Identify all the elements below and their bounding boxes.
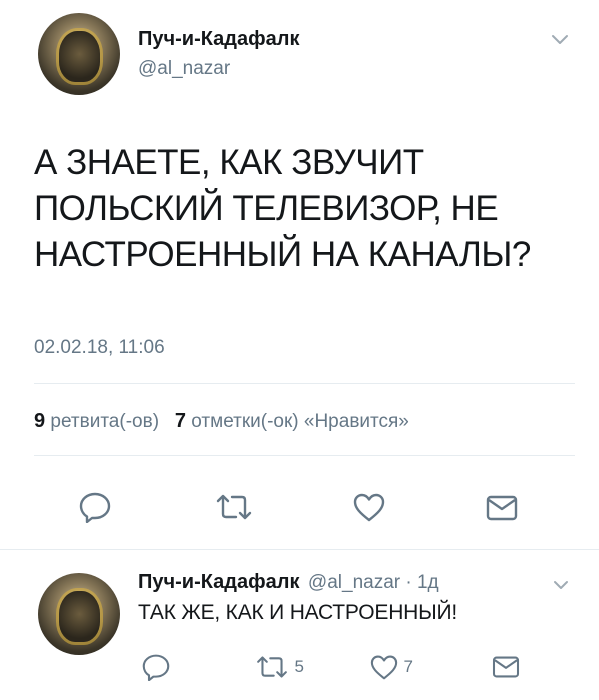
author-handle[interactable]: @al_nazar	[138, 58, 230, 80]
reply-retweet-action[interactable]: 5	[254, 654, 304, 680]
heart-icon[interactable]	[352, 492, 386, 522]
reply-avatar[interactable]	[38, 573, 120, 655]
like-count[interactable]: 7	[175, 410, 186, 432]
author-name[interactable]: Пуч-и-Кадафалк	[138, 28, 299, 51]
reply-author-name[interactable]: Пуч-и-Кадафалк	[138, 571, 299, 593]
avatar-figure	[58, 31, 100, 82]
chevron-down-icon[interactable]	[551, 34, 569, 46]
heart-icon[interactable]	[369, 654, 399, 680]
reply-icon[interactable]	[141, 653, 171, 681]
reply-text: ТАК ЖЕ, КАК И НАСТРОЕННЫЙ!	[138, 601, 458, 624]
tweet-text-line: А ЗНАЕТЕ, КАК ЗВУЧИТ	[34, 143, 424, 182]
tweet-text-line: ПОЛЬСКИЙ ТЕЛЕВИЗОР, НЕ	[34, 189, 499, 228]
tweet-timestamp[interactable]: 02.02.18, 11:06	[34, 337, 165, 359]
tweet-text: А ЗНАЕТЕ, КАК ЗВУЧИТ ПОЛЬСКИЙ ТЕЛЕВИЗОР,…	[34, 140, 594, 278]
tweet-text-line: НАСТРОЕННЫЙ НА КАНАЛЫ?	[34, 235, 531, 274]
chevron-down-icon[interactable]	[553, 580, 569, 590]
message-icon[interactable]	[492, 655, 520, 679]
reply-icon[interactable]	[78, 491, 112, 523]
message-icon[interactable]	[486, 494, 518, 522]
author-avatar[interactable]	[38, 13, 120, 95]
like-label[interactable]: отметки(-ок) «Нравится»	[191, 411, 409, 432]
retweet-label[interactable]: ретвита(-ов)	[50, 411, 159, 432]
retweet-count[interactable]: 9	[34, 410, 45, 432]
reply-header: Пуч-и-Кадафалк @al_nazar · 1д	[138, 571, 439, 594]
retweet-icon[interactable]	[254, 654, 290, 680]
divider	[34, 455, 575, 456]
tweet-stats: 9 ретвита(-ов) 7 отметки(-ок) «Нравится»	[34, 410, 409, 433]
reply-retweet-count: 5	[294, 657, 304, 676]
divider	[0, 549, 599, 550]
reply-like-count: 7	[403, 657, 413, 676]
avatar-figure	[58, 591, 100, 642]
reply-meta[interactable]: @al_nazar · 1д	[308, 572, 439, 593]
divider	[34, 383, 575, 384]
retweet-icon[interactable]	[214, 492, 254, 522]
reply-like-action[interactable]: 7	[369, 654, 413, 680]
